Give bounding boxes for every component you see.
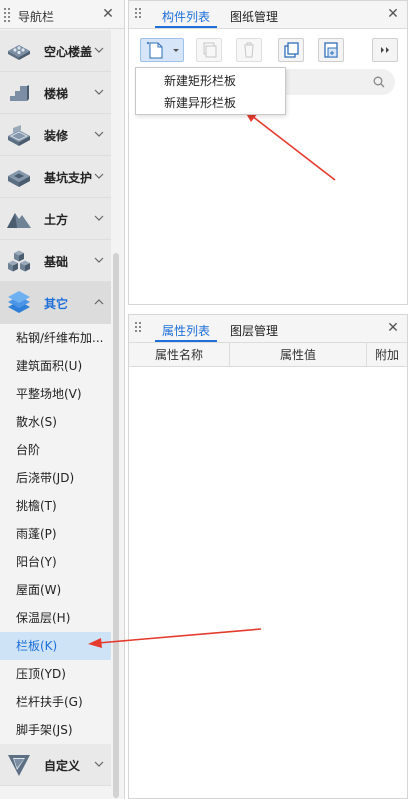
nav-sub-item[interactable]: 平整场地(V): [0, 380, 111, 408]
chevron-down-icon: [94, 89, 104, 95]
delete-button[interactable]: [236, 38, 262, 62]
active-tab-indicator: [155, 340, 217, 342]
column-header-property-name[interactable]: 属性名称: [129, 343, 230, 367]
column-header-property-value[interactable]: 属性值: [230, 343, 367, 367]
duplicate-icon: [284, 42, 299, 58]
pit-support-icon: [8, 170, 30, 187]
nav-sub-item[interactable]: 阳台(Y): [0, 548, 111, 576]
chevron-down-icon: [94, 173, 104, 179]
search-icon: [373, 76, 385, 88]
nav-category-pit-support[interactable]: 基坑支护: [0, 156, 111, 198]
nav-sub-item[interactable]: 后浇带(JD): [0, 464, 111, 492]
drag-grip-icon[interactable]: [4, 8, 10, 22]
hollow-floor-icon: [8, 45, 30, 60]
component-panel-tabs: 构件列表 图纸管理 ✕: [129, 1, 407, 29]
nav-category-label: 楼梯: [44, 87, 69, 101]
nav-sub-item[interactable]: 屋面(W): [0, 576, 111, 604]
menu-item-new-rect-parapet[interactable]: 新建矩形栏板: [136, 70, 285, 92]
nav-category-hollow-floor[interactable]: 空心楼盖: [0, 30, 111, 72]
nav-close-icon[interactable]: ✕: [100, 6, 116, 22]
decoration-icon: [8, 125, 30, 146]
navigation-panel: 导航栏 ✕ 空心楼盖 楼梯 装修 基坑支护 土方 基础 其它 粘钢/纤维布加..…: [0, 0, 125, 799]
tab-drawing-management[interactable]: 图纸管理: [230, 8, 278, 25]
copy-icon: [203, 42, 217, 58]
nav-category-label: 自定义: [44, 759, 81, 773]
nav-scrollbar[interactable]: [113, 253, 119, 798]
drag-grip-icon[interactable]: [135, 8, 141, 22]
nav-category-custom[interactable]: 自定义: [0, 744, 111, 786]
nav-category-stairs[interactable]: 楼梯: [0, 72, 111, 114]
duplicate-button[interactable]: [278, 38, 304, 62]
nav-category-label: 基础: [44, 255, 69, 269]
chevron-down-icon: [94, 257, 104, 263]
property-panel-tabs: 属性列表 图层管理 ✕: [129, 315, 407, 343]
earthwork-icon: [7, 213, 31, 228]
nav-sub-item[interactable]: 栏杆扶手(G): [0, 688, 111, 716]
nav-sub-item[interactable]: 雨蓬(P): [0, 520, 111, 548]
nav-sub-item[interactable]: 挑檐(T): [0, 492, 111, 520]
property-panel-close-icon[interactable]: ✕: [385, 320, 401, 336]
new-component-dropdown-menu: 新建矩形栏板 新建异形栏板: [135, 67, 286, 115]
new-component-button[interactable]: [140, 38, 184, 62]
nav-category-label: 装修: [44, 129, 69, 143]
nav-sub-item-selected[interactable]: 栏板(K): [0, 632, 111, 660]
chevron-down-icon: [94, 47, 104, 53]
nav-header: 导航栏 ✕: [0, 0, 124, 29]
tab-property-list[interactable]: 属性列表: [162, 322, 210, 339]
nav-sub-item[interactable]: 台阶: [0, 436, 111, 464]
active-tab-indicator: [155, 26, 217, 28]
chevron-down-icon: [94, 215, 104, 221]
nav-category-label: 基坑支护: [44, 171, 93, 185]
nav-category-decoration[interactable]: 装修: [0, 114, 111, 156]
tab-layer-management[interactable]: 图层管理: [230, 322, 278, 339]
foundation-icon: [8, 250, 30, 272]
drag-grip-icon[interactable]: [135, 322, 141, 336]
menu-item-new-irregular-parapet[interactable]: 新建异形栏板: [136, 92, 285, 114]
app-window: 导航栏 ✕ 空心楼盖 楼梯 装修 基坑支护 土方 基础 其它 粘钢/纤维布加..…: [0, 0, 408, 799]
nav-sub-item[interactable]: 散水(S): [0, 408, 111, 436]
nav-category-earthwork[interactable]: 土方: [0, 198, 111, 240]
nav-sub-item[interactable]: 脚手架(JS): [0, 716, 111, 744]
component-panel-close-icon[interactable]: ✕: [385, 6, 401, 22]
nav-title: 导航栏: [18, 10, 55, 24]
stairs-icon: [10, 85, 29, 101]
nav-category-foundation[interactable]: 基础: [0, 240, 111, 282]
nav-sub-item[interactable]: 粘钢/纤维布加...: [0, 324, 111, 352]
nav-sub-item[interactable]: 保温层(H): [0, 604, 111, 632]
nav-category-others[interactable]: 其它: [0, 282, 111, 324]
nav-category-label: 其它: [44, 297, 69, 311]
trash-icon: [244, 42, 254, 58]
nav-sub-item[interactable]: 建筑面积(U): [0, 352, 111, 380]
tab-component-list[interactable]: 构件列表: [162, 8, 210, 25]
chevron-up-icon: [94, 299, 104, 305]
new-file-icon: [146, 41, 179, 59]
floor-copy-button[interactable]: [318, 38, 344, 62]
double-chevron-right-icon: [381, 47, 389, 53]
property-list-panel: 属性列表 图层管理 ✕ 属性名称 属性值 附加: [128, 314, 408, 799]
nav-sub-item[interactable]: 压顶(YD): [0, 660, 111, 688]
property-grid-header: 属性名称 属性值 附加: [129, 343, 407, 367]
copy-button[interactable]: [196, 38, 222, 62]
nav-category-label: 土方: [44, 213, 69, 227]
layer-copy-icon: [324, 42, 338, 58]
chevron-down-icon: [94, 131, 104, 137]
more-tools-button[interactable]: [372, 38, 398, 62]
custom-icon: [8, 755, 30, 776]
others-layers-icon: [8, 291, 30, 313]
nav-category-label: 空心楼盖: [44, 45, 93, 59]
component-list-panel: 构件列表 图纸管理 ✕: [128, 0, 408, 305]
column-header-extra[interactable]: 附加: [367, 343, 407, 367]
chevron-down-icon: [94, 761, 104, 767]
